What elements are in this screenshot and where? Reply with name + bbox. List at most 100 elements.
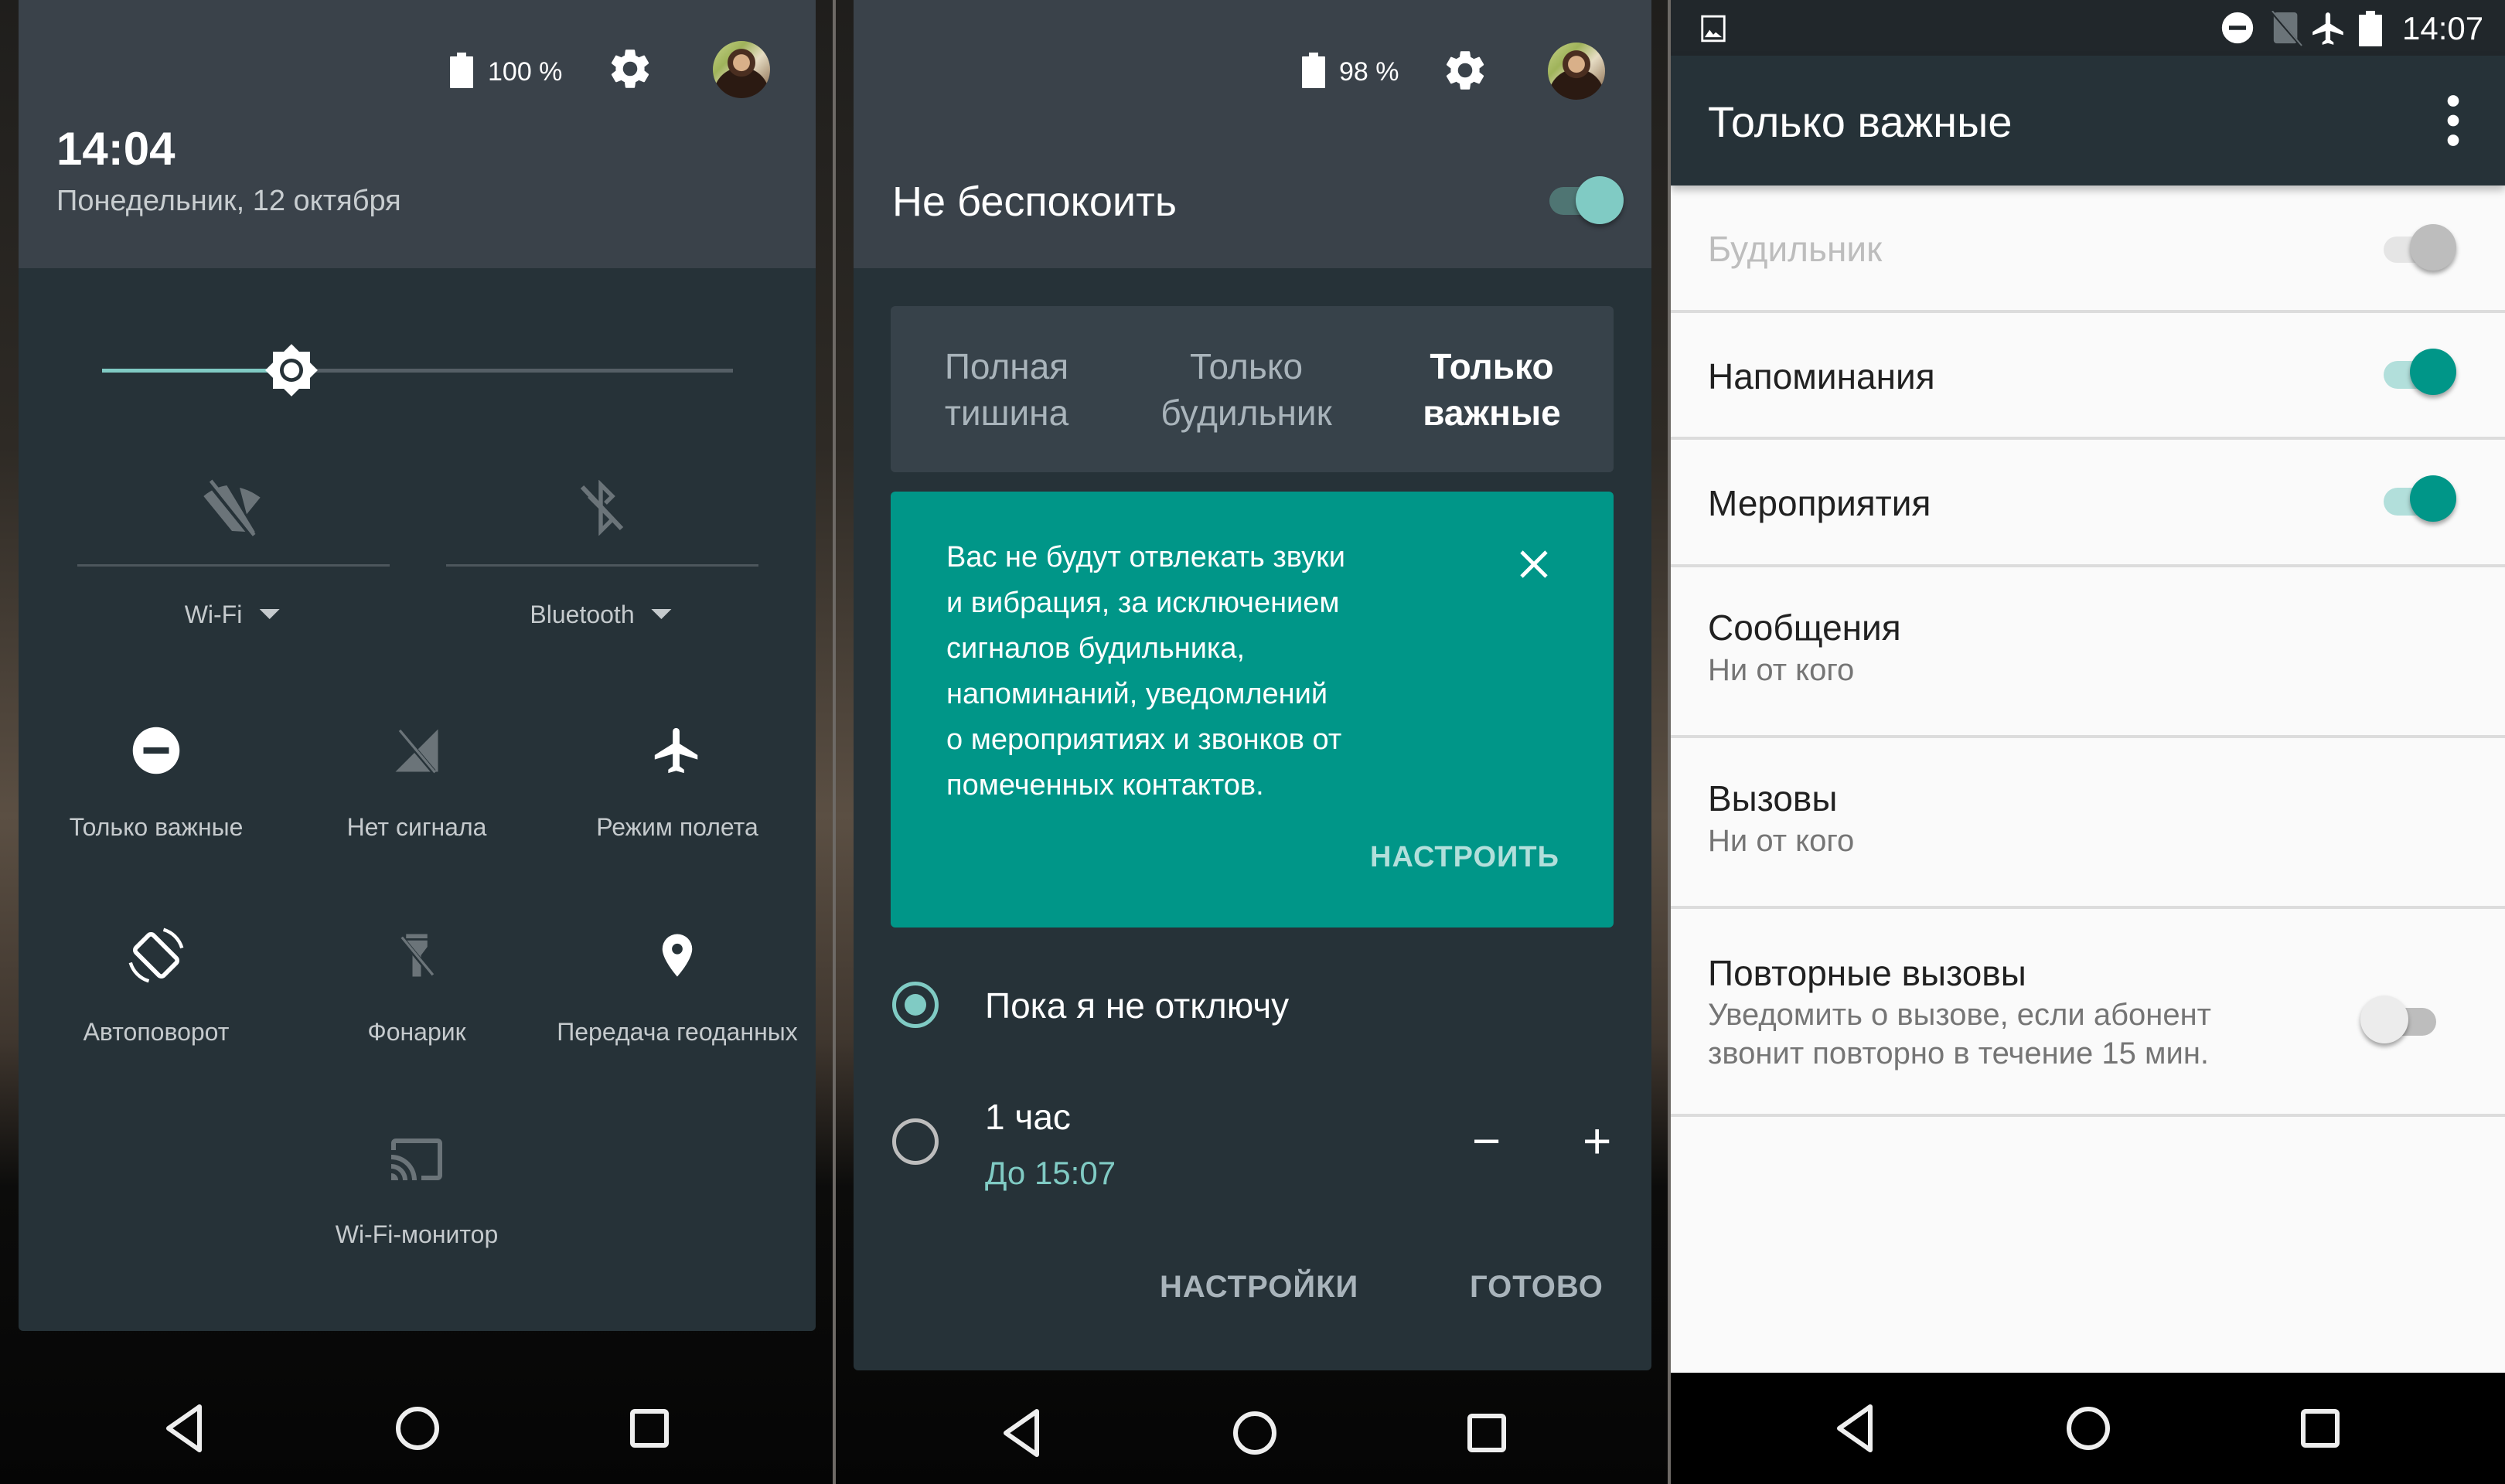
- done-button[interactable]: ГОТОВО: [1470, 1271, 1604, 1302]
- bluetooth-dropdown[interactable]: Bluetooth: [530, 601, 672, 628]
- recents-icon[interactable]: [2300, 1408, 2340, 1448]
- screen-quick-settings: 100 % 14:04 Понедельник, 12 октября Wi-F…: [0, 0, 833, 1484]
- dnd-panel: 98 % Не беспокоить Полная тишина Только …: [854, 0, 1651, 1370]
- option-until-off-label: Пока я не отключу: [985, 985, 1290, 1026]
- close-icon[interactable]: [1515, 546, 1552, 583]
- tile-location-label: Передача геоданных: [557, 1018, 798, 1046]
- tile-airplane-label: Режим полета: [596, 813, 758, 841]
- setting-row-calls[interactable]: Вызовы Ни от кого: [1671, 738, 2505, 909]
- quick-settings-header: 100 % 14:04 Понедельник, 12 октября: [19, 0, 816, 268]
- brightness-icon[interactable]: [264, 342, 319, 398]
- toggle-knob: [2410, 349, 2456, 395]
- back-icon[interactable]: [162, 1404, 209, 1453]
- option-one-hour-until: До 15:07: [985, 1155, 1116, 1191]
- flashlight-off-icon: [400, 934, 435, 977]
- events-toggle[interactable]: [2382, 475, 2459, 526]
- setting-row-messages[interactable]: Сообщения Ни от кого: [1671, 567, 2505, 738]
- alarms-toggle: [2382, 223, 2459, 274]
- setting-title: Будильник: [1708, 229, 1883, 269]
- screen-priority-settings: 14:07 Только важные Будильник Напоминани…: [1671, 0, 2505, 1484]
- setting-row-events[interactable]: Мероприятия: [1671, 440, 2505, 567]
- more-vert-icon[interactable]: [2444, 94, 2462, 147]
- gear-icon[interactable]: [1441, 46, 1489, 94]
- radio-one-hour[interactable]: [892, 1118, 939, 1165]
- decrease-duration-button[interactable]: −: [1472, 1116, 1501, 1166]
- app-bar: Только важные: [1671, 56, 2505, 186]
- repeat-calls-toggle[interactable]: [2360, 996, 2445, 1050]
- clock-time: 14:04: [56, 123, 176, 175]
- wifi-off-icon: [203, 479, 261, 538]
- location-pin-icon: [662, 934, 693, 977]
- cast-icon: [391, 1139, 442, 1180]
- no-sim-icon: [2271, 11, 2302, 46]
- status-bar: 14:07: [1671, 0, 2505, 56]
- reminders-toggle[interactable]: [2382, 349, 2459, 400]
- image-icon: [1701, 15, 1726, 43]
- bluetooth-label: Bluetooth: [530, 601, 635, 628]
- toggle-knob: [2410, 475, 2456, 522]
- dnd-mode-selector: Полная тишина Только будильник Только ва…: [891, 306, 1614, 472]
- screen-do-not-disturb: 98 % Не беспокоить Полная тишина Только …: [836, 0, 1668, 1484]
- mode-alarms-only[interactable]: Только будильник: [1123, 306, 1370, 472]
- dnd-header: 98 % Не беспокоить: [854, 0, 1651, 268]
- setting-row-repeat-calls[interactable]: Повторные вызовы Уведомить о вызове, есл…: [1671, 909, 2505, 1117]
- bluetooth-tile-divider: [446, 564, 758, 567]
- setting-row-reminders[interactable]: Напоминания: [1671, 313, 2505, 440]
- setting-row-alarms: Будильник: [1671, 186, 2505, 313]
- battery-full-icon: [1302, 53, 1325, 88]
- dnd-title: Не беспокоить: [892, 179, 1177, 225]
- dnd-info-card: Вас не будут отвлекать звуки и вибрация,…: [891, 492, 1614, 928]
- airplane-icon: [2312, 12, 2343, 45]
- do-not-disturb-icon: [132, 727, 180, 774]
- tile-cast-label: Wi-Fi-монитор: [335, 1220, 499, 1248]
- setting-title: Сообщения: [1708, 608, 1901, 648]
- recents-icon[interactable]: [629, 1408, 670, 1448]
- wifi-tile-divider: [77, 564, 390, 567]
- setting-subtitle: Ни от кого: [1708, 653, 1855, 687]
- tile-signal-label: Нет сигнала: [346, 813, 487, 841]
- user-avatar[interactable]: [713, 41, 770, 98]
- home-icon[interactable]: [394, 1405, 441, 1452]
- wifi-label: Wi-Fi: [184, 601, 243, 628]
- auto-rotate-icon: [128, 928, 184, 983]
- battery-full-icon: [450, 53, 473, 88]
- home-icon[interactable]: [2065, 1405, 2111, 1452]
- setting-title: Мероприятия: [1708, 483, 1931, 523]
- home-icon[interactable]: [1232, 1410, 1278, 1456]
- dnd-toggle[interactable]: [1549, 176, 1627, 227]
- setting-subtitle: Ни от кого: [1708, 824, 1855, 858]
- chevron-down-icon: [259, 609, 280, 620]
- user-avatar[interactable]: [1548, 43, 1605, 100]
- toggle-knob: [2410, 224, 2456, 271]
- mode-total-silence[interactable]: Полная тишина: [891, 306, 1123, 472]
- brightness-track-rest: [291, 369, 733, 373]
- quick-settings-panel: 100 % 14:04 Понедельник, 12 октября Wi-F…: [19, 0, 816, 1331]
- back-icon[interactable]: [1833, 1404, 1880, 1453]
- page-title: Только важные: [1708, 97, 2013, 146]
- bluetooth-off-icon: [580, 480, 624, 536]
- airplane-icon: [654, 727, 698, 774]
- increase-duration-button[interactable]: +: [1583, 1116, 1611, 1166]
- tile-rotate-label: Автоповорот: [83, 1018, 230, 1046]
- mode-priority-only[interactable]: Только важные: [1370, 306, 1614, 472]
- battery-percent: 98 %: [1339, 57, 1399, 87]
- setting-title: Вызовы: [1708, 778, 1838, 819]
- battery-full-icon: [2359, 11, 2382, 46]
- toggle-knob: [2360, 996, 2408, 1043]
- option-one-hour-label: 1 час: [985, 1097, 1071, 1137]
- date-text: Понедельник, 12 октября: [56, 185, 401, 217]
- no-signal-icon: [395, 729, 438, 774]
- customize-button[interactable]: НАСТРОИТЬ: [1370, 841, 1559, 874]
- gear-icon[interactable]: [606, 45, 654, 93]
- setting-subtitle: Уведомить о вызове, если абонент звонит …: [1708, 998, 2211, 1070]
- recents-icon[interactable]: [1467, 1413, 1507, 1453]
- back-icon[interactable]: [1000, 1408, 1046, 1458]
- dnd-info-text: Вас не будут отвлекать звуки и вибрация,…: [946, 541, 1345, 802]
- radio-until-off[interactable]: [892, 982, 939, 1028]
- chevron-down-icon: [651, 609, 672, 620]
- setting-title: Напоминания: [1708, 356, 1935, 397]
- wifi-dropdown[interactable]: Wi-Fi: [185, 602, 280, 627]
- status-time: 14:07: [2402, 10, 2484, 46]
- do-not-disturb-icon: [2221, 12, 2254, 44]
- settings-button[interactable]: НАСТРОЙКИ: [1160, 1271, 1358, 1302]
